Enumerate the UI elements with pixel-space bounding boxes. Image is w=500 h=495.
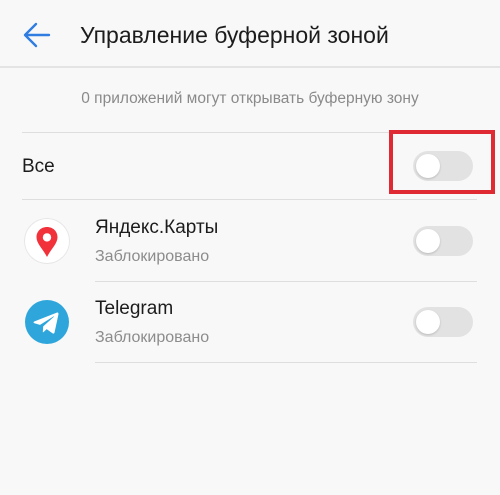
- page-title: Управление буферной зоной: [80, 22, 389, 48]
- info-text: 0 приложений могут открывать буферную зо…: [81, 90, 419, 107]
- toggle-knob: [416, 310, 440, 334]
- app-status: Заблокировано: [95, 248, 210, 265]
- highlight-box: [389, 130, 495, 194]
- header-divider: [0, 66, 500, 68]
- divider: [22, 199, 477, 200]
- arrow-left-icon[interactable]: [22, 20, 52, 50]
- all-apps-label: Все: [22, 156, 55, 177]
- app-name: Яндекс.Карты: [95, 217, 219, 238]
- app-name: Telegram: [95, 298, 174, 319]
- yandex-maps-icon: [24, 218, 70, 264]
- toggle-knob: [416, 229, 440, 253]
- telegram-toggle[interactable]: [413, 307, 473, 337]
- app-header: Управление буферной зоной: [0, 0, 500, 66]
- telegram-icon: [25, 300, 69, 344]
- divider: [95, 281, 477, 282]
- divider: [95, 362, 477, 363]
- app-status: Заблокировано: [95, 329, 210, 346]
- yandex-maps-toggle[interactable]: [413, 226, 473, 256]
